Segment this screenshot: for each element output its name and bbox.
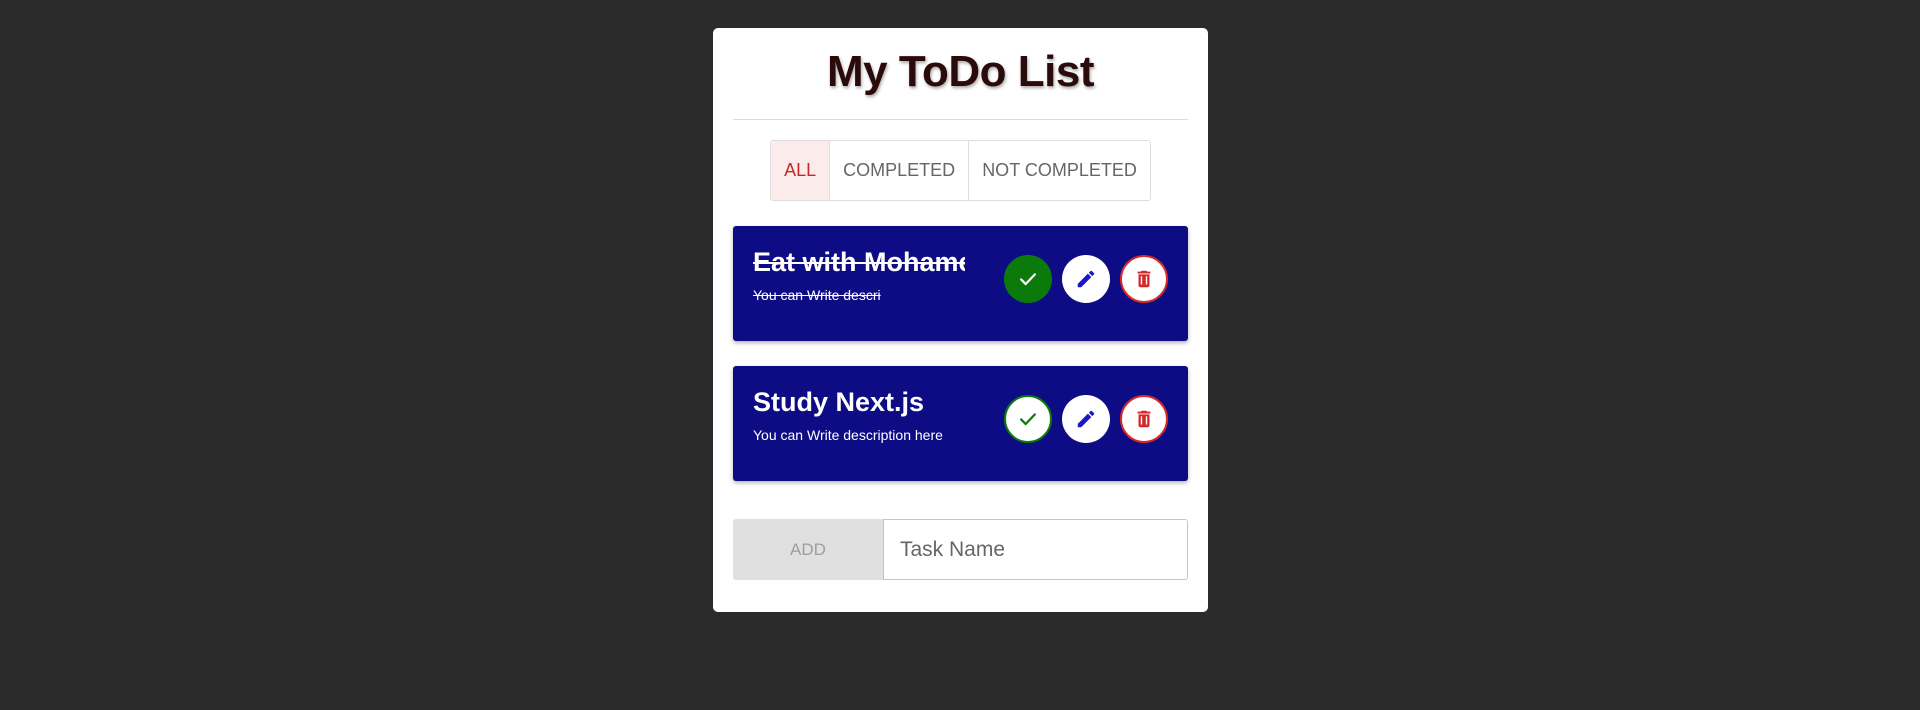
task-description: You can Write descri: [753, 287, 881, 303]
task-name-input[interactable]: [883, 519, 1188, 580]
complete-task-button[interactable]: [1004, 395, 1052, 443]
filter-all-button[interactable]: ALL: [771, 141, 830, 200]
delete-task-button[interactable]: [1120, 395, 1168, 443]
trash-icon: [1137, 270, 1151, 288]
task-actions: [1004, 255, 1168, 303]
task-actions: [1004, 395, 1168, 443]
add-task-button[interactable]: ADD: [733, 519, 883, 580]
pencil-icon: [1077, 270, 1095, 288]
task-name: Eat with Mohame: [753, 247, 965, 277]
task-description: You can Write description here: [753, 427, 943, 443]
edit-task-button[interactable]: [1062, 395, 1110, 443]
complete-task-button[interactable]: [1004, 255, 1052, 303]
task-name: Study Next.js: [753, 387, 925, 417]
title-divider: [733, 119, 1188, 120]
page-title: My ToDo List: [827, 47, 1094, 96]
task-item: Eat with Mohame You can Write descri: [733, 226, 1188, 341]
pencil-icon: [1077, 410, 1095, 428]
filter-button-group: ALL COMPLETED NOT COMPLETED: [770, 140, 1151, 201]
check-icon: [1020, 413, 1036, 426]
filter-not-completed-button[interactable]: NOT COMPLETED: [968, 141, 1150, 200]
filter-completed-button[interactable]: COMPLETED: [829, 141, 969, 200]
trash-icon: [1137, 410, 1151, 428]
edit-task-button[interactable]: [1062, 255, 1110, 303]
check-icon: [1020, 273, 1036, 286]
task-item: Study Next.js You can Write description …: [733, 366, 1188, 481]
add-task-form: ADD: [733, 519, 1188, 580]
delete-task-button[interactable]: [1120, 255, 1168, 303]
todo-card: My ToDo List ALL COMPLETED NOT COMPLETED…: [713, 28, 1208, 612]
filter-bar: ALL COMPLETED NOT COMPLETED: [733, 140, 1188, 201]
